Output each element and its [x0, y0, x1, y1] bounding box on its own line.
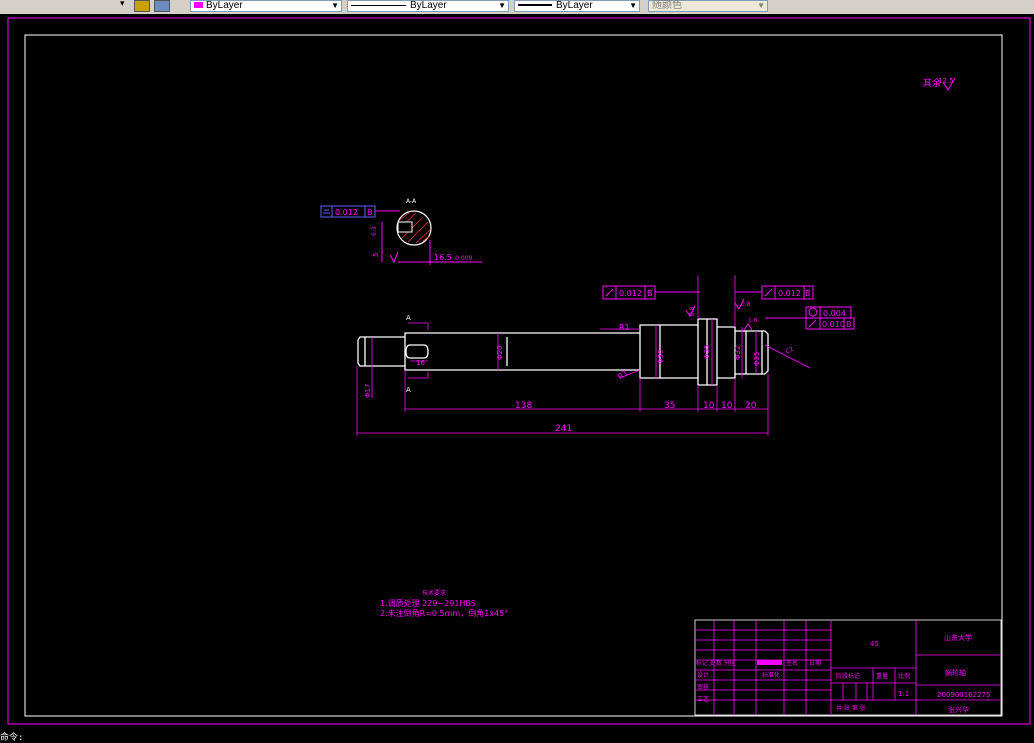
dim-key16: 16: [416, 359, 425, 367]
keyway-cut: [397, 221, 413, 233]
section-width-text: 5: [372, 253, 380, 257]
cut-a-bottom: A: [406, 386, 411, 394]
outer-frame: [7, 17, 1031, 725]
layer-previous-icon[interactable]: [154, 0, 170, 12]
default-roughness: 其余 12.5: [923, 77, 956, 91]
chevron-down-icon[interactable]: ▼: [629, 1, 637, 11]
linetype-preview-icon: [351, 4, 406, 6]
gt-frame-2: 0.012 B: [735, 285, 814, 300]
tb-marks: 标记 处数 分区: [696, 659, 736, 667]
section-tol-text: 0.012: [335, 208, 358, 217]
command-line[interactable]: 命令:: [0, 730, 23, 743]
color-combo[interactable]: ByLayer ▼: [190, 0, 342, 12]
tb-student-id: 200900162275: [937, 691, 990, 699]
notes-line1: 1.调质处理 229~291HBS: [380, 598, 476, 608]
color-swatch-icon: [194, 2, 203, 9]
drawing-svg[interactable]: 其余 12.5 A-A 0.012 B 5 6.3 16.5 -0.009 0.…: [0, 14, 1034, 743]
dropdown-arrow-icon[interactable]: ▾: [120, 0, 125, 9]
properties-toolbar: ▾ ByLayer ▼ ByLayer ▼ ByLayer ▼ 随颜色 ▼: [0, 0, 1034, 15]
dim-35: 35: [664, 401, 675, 411]
dim-r1-top: R1: [619, 323, 630, 332]
chevron-down-icon: ▼: [757, 1, 765, 10]
dim-10a: 10: [703, 401, 715, 411]
technical-notes: 技术要求 1.调质处理 229~291HBS 2.未注倒角R=0.5mm，倒角1…: [380, 589, 508, 618]
dim-dia17: Φ17: [364, 384, 372, 398]
dimension-lines: [356, 275, 811, 436]
gt4-datum: B: [846, 320, 852, 329]
section-datum-text: B: [367, 208, 373, 217]
dim-chamfer: C2: [785, 346, 796, 356]
cut-a-top: A: [406, 314, 411, 322]
gt1-value: 0.012: [619, 289, 642, 298]
tb-design: 设计: [697, 671, 709, 679]
tb-check: 审核: [697, 683, 709, 691]
tb-highlight: [757, 660, 782, 665]
dim-241: 241: [555, 424, 572, 434]
gt2-datum: B: [805, 289, 811, 298]
tb-weight: 重量: [876, 672, 888, 680]
linetype-combo-value: ByLayer: [410, 0, 447, 11]
lineweight-combo[interactable]: ByLayer ▼: [514, 0, 640, 12]
tb-author: 张兴华: [948, 705, 969, 714]
dim-dia20: Φ20: [496, 346, 504, 360]
section-keyway-tol: -0.009: [453, 255, 473, 262]
drawing-canvas[interactable]: 其余 12.5 A-A 0.012 B 5 6.3 16.5 -0.009 0.…: [0, 14, 1034, 743]
dim-dia25: Φ25: [753, 352, 761, 366]
tb-scale-label: 比例: [898, 672, 910, 680]
section-roughness-icon: [389, 251, 399, 264]
gt4-value: 0.010: [822, 320, 845, 329]
gt2-value: 0.012: [778, 289, 801, 298]
gt1-datum: B: [647, 289, 653, 298]
chevron-down-icon[interactable]: ▼: [498, 1, 506, 11]
dim-20: 20: [745, 401, 757, 411]
gt-frame-1: 0.012 B: [602, 285, 700, 300]
plotstyle-combo-value: 随颜色: [652, 0, 682, 11]
title-block-texts: 45 山东大学 蜗轮轴 1:1 200900162275 张兴华 标记 处数 分…: [696, 633, 990, 714]
dim-138: 138: [515, 401, 532, 411]
tb-part: 蜗轮轴: [945, 668, 966, 677]
gt3-value: 0.004: [823, 309, 846, 318]
section-ra-text: 6.3: [371, 226, 378, 236]
color-combo-value: ByLayer: [206, 0, 243, 11]
plotstyle-combo: 随颜色 ▼: [648, 0, 768, 12]
tb-scale: 1:1: [898, 690, 909, 698]
notes-title: 技术要求: [422, 589, 446, 597]
gt-sym-box: [320, 205, 333, 218]
dim-dia32: Φ32: [734, 346, 742, 360]
layer-tools[interactable]: ▾: [120, 0, 180, 12]
dim-dia35: Φ35: [703, 345, 711, 359]
tb-std: 标准化: [762, 671, 780, 679]
chevron-down-icon[interactable]: ▼: [331, 1, 339, 11]
tb-process: 工艺: [697, 695, 709, 703]
lineweight-combo-value: ByLayer: [556, 0, 593, 11]
ra-c: 1.6: [748, 317, 758, 324]
gt-frame-3: 0.004 0.010 B: [765, 306, 855, 330]
inner-frame: [24, 34, 1003, 717]
section-label: A-A: [406, 198, 417, 205]
linetype-combo[interactable]: ByLayer ▼: [347, 0, 509, 12]
tb-material: 45: [870, 640, 879, 648]
dim-10b: 10: [721, 401, 733, 411]
notes-line2: 2.未注倒角R=0.5mm，倒角1x45°: [380, 608, 508, 618]
tb-date: 日期: [809, 659, 821, 667]
section-keyway-dim: 16.5: [434, 253, 452, 262]
tb-school: 山东大学: [944, 633, 972, 642]
lineweight-preview-icon: [518, 4, 552, 7]
section-view: A-A 0.012 B 5 6.3 16.5 -0.009: [320, 198, 482, 265]
tb-sign: 签名: [786, 659, 798, 667]
tb-sheets: 共 张 第 张: [836, 704, 866, 712]
layer-state-icon[interactable]: [134, 0, 150, 12]
dim-dia30: Φ30: [657, 350, 665, 364]
tb-stage: 阶段标记: [836, 672, 860, 680]
